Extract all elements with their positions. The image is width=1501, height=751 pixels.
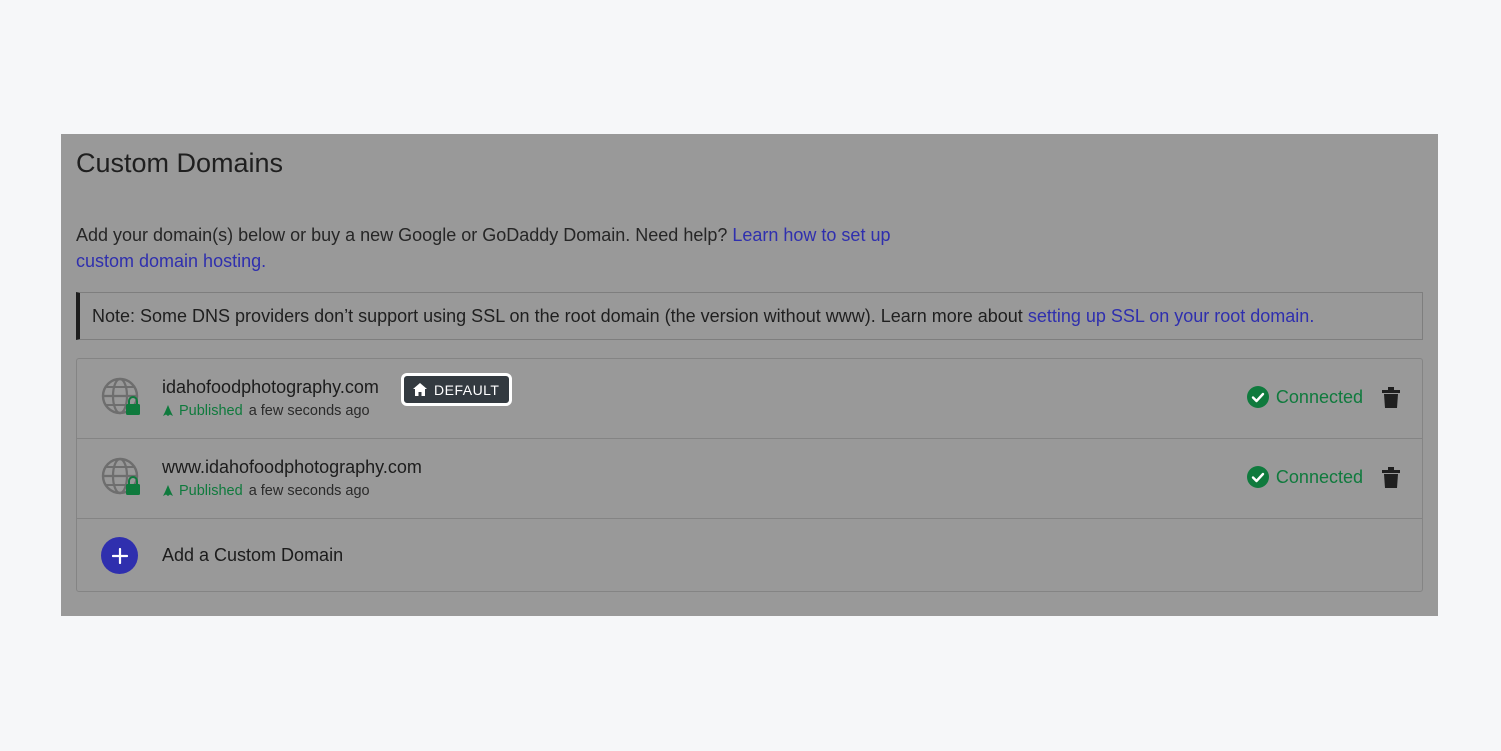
badge-label: DEFAULT [434, 381, 500, 398]
rocket-icon [163, 405, 173, 416]
domain-row: www.idahofoodphotography.com Published a… [77, 439, 1422, 519]
page-title: Custom Domains [76, 148, 284, 178]
published-time: a few seconds ago [248, 403, 370, 419]
default-badge: DEFAULT [401, 373, 513, 406]
domain-list: idahofoodphotography.com DEFAULT Publish… [76, 358, 1423, 592]
description: Add your domain(s) below or buy a new Go… [76, 222, 916, 274]
connection-status: Connected [1246, 466, 1363, 488]
domain-name: www.idahofoodphotography.com [162, 457, 422, 477]
plus-icon [111, 547, 128, 564]
rocket-icon [163, 485, 173, 496]
published-label: Published [179, 403, 243, 419]
ssl-root-domain-link[interactable]: setting up SSL on your root domain. [1028, 306, 1315, 326]
trash-icon[interactable] [1382, 467, 1400, 489]
connection-status: Connected [1246, 386, 1363, 408]
home-icon [413, 383, 427, 396]
check-circle-icon [1246, 386, 1269, 408]
ssl-note: Note: Some DNS providers don’t support u… [76, 292, 1423, 340]
domain-row: idahofoodphotography.com DEFAULT Publish… [77, 359, 1422, 439]
custom-domains-panel: Custom Domains Add your domain(s) below … [61, 134, 1438, 616]
globe-lock-icon [101, 457, 140, 495]
status-label: Connected [1275, 466, 1363, 487]
domain-name: idahofoodphotography.com [162, 377, 379, 397]
published-time: a few seconds ago [248, 483, 370, 499]
add-domain-row[interactable]: Add a Custom Domain [77, 519, 1422, 591]
check-circle-icon [1246, 466, 1269, 488]
note-text: Note: Some DNS providers don’t support u… [92, 306, 1028, 326]
add-domain-label[interactable]: Add a Custom Domain [162, 545, 343, 566]
globe-lock-icon [101, 377, 140, 415]
add-domain-button[interactable] [101, 537, 138, 574]
status-label: Connected [1275, 386, 1363, 407]
description-text: Add your domain(s) below or buy a new Go… [76, 225, 733, 245]
publish-status: Published a few seconds ago [162, 483, 370, 499]
publish-status: Published a few seconds ago [162, 403, 370, 419]
published-label: Published [179, 483, 243, 499]
trash-icon[interactable] [1382, 387, 1400, 409]
